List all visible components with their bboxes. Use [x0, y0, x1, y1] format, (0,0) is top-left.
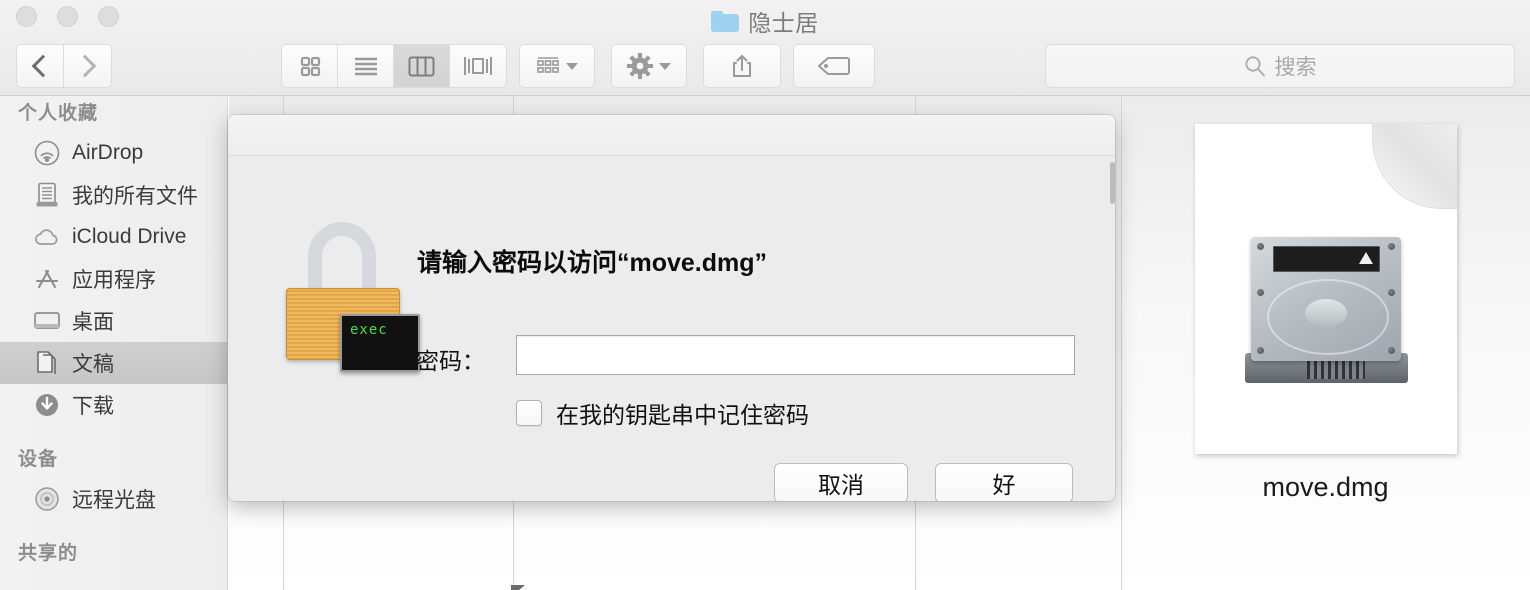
column-resize-handle[interactable] — [511, 585, 525, 590]
password-input[interactable] — [516, 335, 1075, 375]
dialog-titlebar — [228, 115, 1115, 156]
documents-icon — [32, 349, 62, 377]
gear-icon — [627, 53, 653, 79]
grid-icon — [300, 56, 320, 77]
share-icon — [733, 54, 751, 77]
sidebar-item-label: 桌面 — [72, 311, 114, 334]
sidebar-item-icloud-drive[interactable]: iCloud Drive — [0, 216, 227, 258]
list-view-button[interactable] — [338, 45, 394, 87]
sidebar-section-devices-header: 设备 — [18, 449, 59, 470]
list-icon — [354, 57, 377, 76]
sidebar-item-label: 应用程序 — [72, 269, 156, 292]
tag-icon — [818, 57, 850, 75]
share-button[interactable] — [703, 44, 781, 88]
password-label: 密码： — [416, 348, 485, 374]
sidebar: 个人收藏 AirDrop 我的所有文件 iCloud Drive 应用程序 桌面… — [0, 96, 228, 590]
view-mode-segmented-control — [281, 44, 507, 88]
icon-view-button[interactable] — [282, 45, 338, 87]
chevron-down-icon — [566, 62, 578, 70]
chevron-left-icon — [31, 54, 54, 78]
chevron-down-icon — [659, 62, 671, 70]
sidebar-item-label: 远程光盘 — [72, 489, 156, 512]
dialog-title: 请输入密码以访问“move.dmg” — [417, 249, 768, 277]
folder-icon — [711, 10, 740, 32]
action-button[interactable] — [611, 44, 687, 88]
back-button[interactable] — [16, 44, 64, 88]
sidebar-item-airdrop[interactable]: AirDrop — [0, 132, 227, 174]
chevron-right-icon — [73, 54, 97, 78]
sidebar-item-label: iCloud Drive — [72, 225, 187, 248]
ok-button[interactable]: 好 — [935, 463, 1073, 501]
sidebar-item-remote-disc[interactable]: 远程光盘 — [0, 478, 227, 520]
sidebar-item-label: 我的所有文件 — [72, 185, 198, 208]
coverflow-icon — [464, 57, 492, 75]
columns-icon — [408, 56, 435, 76]
downloads-icon — [32, 391, 62, 419]
tag-button[interactable] — [793, 44, 875, 88]
password-dialog: exec 请输入密码以访问“move.dmg” 密码： 在我的钥匙串中记住密码 … — [228, 115, 1115, 501]
remember-password-checkbox[interactable] — [516, 400, 542, 426]
dialog-body: exec 请输入密码以访问“move.dmg” 密码： 在我的钥匙串中记住密码 … — [228, 156, 1115, 501]
applications-icon — [32, 265, 62, 293]
window-title-bar: 隐士居 — [0, 0, 1530, 42]
sidebar-item-label: 下载 — [72, 395, 114, 418]
sidebar-section-shared-header: 共享的 — [18, 543, 79, 564]
disk-image-icon[interactable] — [1194, 124, 1457, 454]
all-my-files-icon — [32, 181, 62, 209]
page-title: 隐士居 — [748, 10, 819, 36]
titlebar: 隐士居 搜索 — [0, 0, 1530, 96]
sidebar-item-all-my-files[interactable]: 我的所有文件 — [0, 174, 227, 216]
coverflow-view-button[interactable] — [450, 45, 506, 87]
cancel-button[interactable]: 取消 — [774, 463, 908, 501]
arrange-button[interactable] — [519, 44, 595, 88]
sidebar-item-downloads[interactable]: 下载 — [0, 384, 227, 426]
padlock-icon: exec — [280, 222, 420, 372]
sidebar-item-label: 文稿 — [72, 353, 114, 376]
search-icon — [1244, 56, 1265, 77]
remember-password-row[interactable]: 在我的钥匙串中记住密码 — [516, 396, 809, 430]
search-field[interactable]: 搜索 — [1045, 44, 1515, 88]
sidebar-item-documents[interactable]: 文稿 — [0, 342, 227, 384]
navigation-buttons — [16, 44, 112, 88]
terminal-badge: exec — [340, 314, 420, 372]
desktop-icon — [32, 307, 62, 335]
finder-window: 隐士居 搜索 个人收藏 AirDrop 我的所有文件 iCloud Drive … — [0, 0, 1530, 590]
sidebar-item-applications[interactable]: 应用程序 — [0, 258, 227, 300]
icloud-icon — [32, 223, 62, 251]
sidebar-item-label: AirDrop — [72, 141, 144, 164]
arrange-grid-icon — [537, 57, 559, 73]
search-placeholder: 搜索 — [1274, 56, 1317, 79]
column-view-button[interactable] — [394, 45, 450, 87]
forward-button[interactable] — [64, 44, 112, 88]
remote-disc-icon — [32, 485, 62, 513]
sidebar-section-favorites-header: 个人收藏 — [18, 103, 99, 124]
airdrop-icon — [32, 139, 62, 167]
remember-password-label: 在我的钥匙串中记住密码 — [556, 402, 809, 428]
preview-column: move.dmg — [1121, 96, 1530, 590]
file-name-label: move.dmg — [1262, 472, 1389, 502]
sidebar-item-desktop[interactable]: 桌面 — [0, 300, 227, 342]
